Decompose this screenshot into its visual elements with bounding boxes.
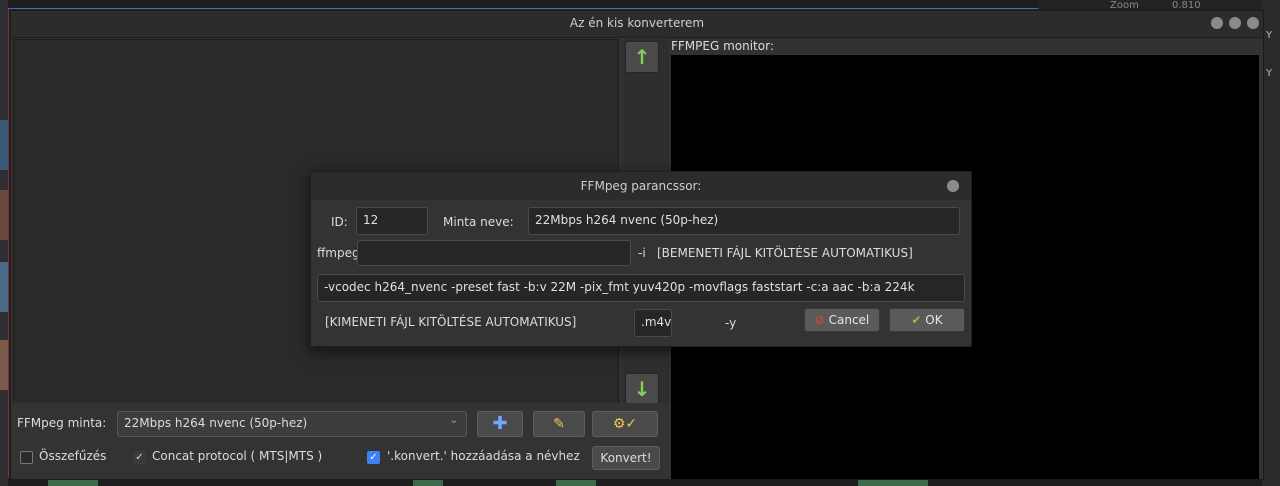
maximize-button[interactable] xyxy=(1229,17,1241,29)
add-preset-button[interactable]: ✚ xyxy=(477,411,523,437)
chevron-down-icon: ⌄ xyxy=(449,415,458,426)
move-up-button[interactable]: ↑ xyxy=(625,41,659,73)
gear-check-icon: ⚙✓ xyxy=(612,416,638,432)
dialog-close-button[interactable] xyxy=(947,180,959,192)
minimize-button[interactable] xyxy=(1211,17,1223,29)
settings-preset-button[interactable]: ⚙✓ xyxy=(592,411,658,437)
ok-label: OK xyxy=(925,313,943,327)
plus-icon: ✚ xyxy=(492,413,508,434)
pre-input-options-field[interactable] xyxy=(357,240,631,266)
cancel-button[interactable]: ⊘ Cancel xyxy=(804,308,880,332)
input-flag: -i xyxy=(638,246,646,260)
close-button[interactable] xyxy=(1247,17,1259,29)
preset-label: FFMpeg minta: xyxy=(17,416,107,430)
pencil-icon: ✎ xyxy=(553,416,565,432)
preset-name-value: 22Mbps h264 nvenc (50p-hez) xyxy=(535,213,719,227)
ffmpeg-command-dialog: FFMpeg parancssor: ID: 12 Minta neve: 22… xyxy=(310,171,972,347)
ffmpeg-arguments-value: -vcodec h264_nvenc -preset fast -b:v 22M… xyxy=(324,280,915,294)
ffmpeg-arguments-field[interactable]: -vcodec h264_nvenc -preset fast -b:v 22M… xyxy=(317,274,965,302)
preset-select-value: 22Mbps h264 nvenc (50p-hez) xyxy=(124,416,308,430)
ok-button[interactable]: ✔ OK xyxy=(889,308,965,332)
id-label: ID: xyxy=(331,215,348,229)
background-timeline-bar xyxy=(8,0,1038,9)
window-titlebar: Az én kis konverterem xyxy=(11,11,1263,38)
move-down-button[interactable]: ↓ xyxy=(625,373,659,405)
background-right-panel: Y Y xyxy=(1262,0,1280,486)
extension-field[interactable]: .m4v xyxy=(634,309,672,337)
bottom-controls: FFMpeg minta: 22Mbps h264 nvenc (50p-hez… xyxy=(11,403,671,479)
id-field-value: 12 xyxy=(363,213,379,227)
merge-checkbox[interactable] xyxy=(20,451,33,464)
preset-name-label: Minta neve: xyxy=(443,215,514,229)
concat-label: Concat protocol ( MTS|MTS ) xyxy=(152,449,323,463)
right-letter-2: Y xyxy=(1266,68,1273,79)
concat-checkbox[interactable]: ✓ xyxy=(133,451,146,464)
preset-name-field[interactable]: 22Mbps h264 nvenc (50p-hez) xyxy=(528,207,960,235)
overwrite-flag: -y xyxy=(725,316,737,330)
preset-select[interactable]: 22Mbps h264 nvenc (50p-hez) ⌄ xyxy=(117,411,467,437)
arrow-up-icon: ↑ xyxy=(633,45,651,69)
edit-preset-button[interactable]: ✎ xyxy=(533,411,585,437)
window-title: Az én kis konverterem xyxy=(569,16,705,30)
append-suffix-checkbox[interactable]: ✓ xyxy=(367,451,380,464)
extension-value: .m4v xyxy=(641,315,672,329)
checkmark-icon: ✔ xyxy=(911,313,922,327)
dialog-titlebar: FFMpeg parancssor: xyxy=(311,172,971,200)
convert-button[interactable]: Konvert! xyxy=(592,446,660,470)
dialog-title: FFMpeg parancssor: xyxy=(580,179,702,193)
input-file-placeholder: [BEMENETI FÁJL KITÖLTÉSE AUTOMATIKUS] xyxy=(657,246,913,260)
right-letter-1: Y xyxy=(1266,30,1273,41)
merge-label: Összefűzés xyxy=(39,449,107,463)
ffmpeg-label: ffmpeg xyxy=(317,246,360,260)
arrow-down-icon: ↓ xyxy=(633,377,651,401)
background-left-strip xyxy=(0,0,9,486)
id-field[interactable]: 12 xyxy=(356,207,428,235)
output-file-placeholder: [KIMENETI FÁJL KITÖLTÉSE AUTOMATIKUS] xyxy=(325,315,577,329)
cancel-icon: ⊘ xyxy=(814,313,825,327)
monitor-label: FFMPEG monitor: xyxy=(671,39,774,53)
append-suffix-label: '.konvert.' hozzáadása a névhez xyxy=(387,449,580,463)
cancel-label: Cancel xyxy=(828,313,870,327)
